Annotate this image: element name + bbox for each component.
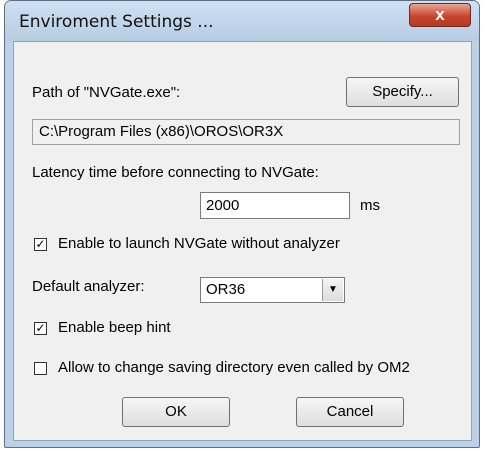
default-analyzer-select[interactable]: OR36 ▼ (200, 277, 345, 303)
beep-hint-checkbox[interactable]: ✓ (34, 322, 47, 335)
path-label: Path of "NVGate.exe": (32, 84, 181, 101)
title-bar[interactable]: Enviroment Settings ... x (5, 1, 479, 41)
change-saving-dir-label: Allow to change saving directory even ca… (58, 359, 410, 376)
latency-unit: ms (360, 197, 380, 214)
launch-without-analyzer-label: Enable to launch NVGate without analyzer (58, 235, 340, 252)
latency-input[interactable]: 2000 (200, 192, 350, 219)
latency-label: Latency time before connecting to NVGate… (32, 164, 319, 181)
window-title: Enviroment Settings ... (19, 12, 214, 32)
nvgate-path-field[interactable]: C:\Program Files (x86)\OROS\OR3X (32, 119, 460, 145)
chevron-down-icon[interactable]: ▼ (322, 279, 343, 301)
specify-button[interactable]: Specify... (346, 77, 459, 107)
change-saving-dir-checkbox[interactable] (34, 362, 47, 375)
default-analyzer-value: OR36 (206, 281, 246, 298)
environment-settings-dialog: Enviroment Settings ... x Path of "NVGat… (4, 0, 480, 448)
cancel-button[interactable]: Cancel (296, 397, 404, 427)
close-button[interactable]: x (409, 3, 471, 27)
beep-hint-label: Enable beep hint (58, 319, 171, 336)
dialog-body: Path of "NVGate.exe": Specify... C:\Prog… (13, 41, 472, 441)
ok-button[interactable]: OK (122, 397, 230, 427)
close-icon: x (435, 5, 445, 24)
default-analyzer-label: Default analyzer: (32, 278, 145, 295)
launch-without-analyzer-checkbox[interactable]: ✓ (34, 238, 47, 251)
